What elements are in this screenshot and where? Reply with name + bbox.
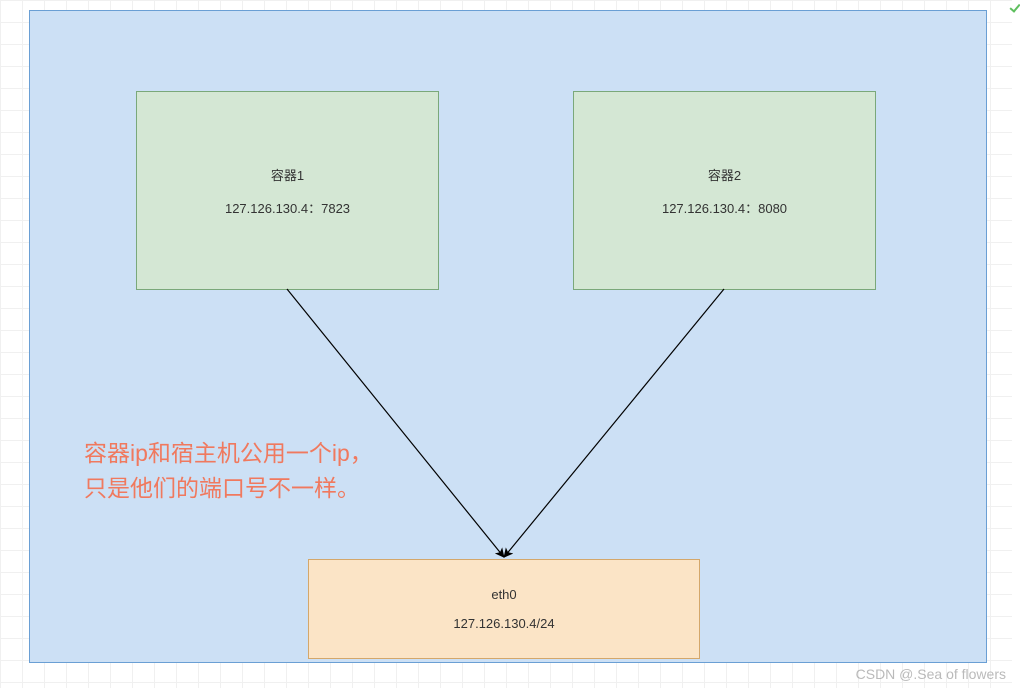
container-1-address: 127.126.130.4：7823 <box>225 198 350 217</box>
container-1-title: 容器1 <box>271 165 304 184</box>
annotation-line1: 容器ip和宿主机公用一个ip， <box>84 436 373 471</box>
eth0-name: eth0 <box>491 587 516 602</box>
host-machine-box: 容器1 127.126.130.4：7823 容器2 127.126.130.4… <box>29 10 987 663</box>
edge-strip <box>1012 0 1020 688</box>
annotation-text: 容器ip和宿主机公用一个ip， 只是他们的端口号不一样。 <box>84 436 373 505</box>
eth0-box: eth0 127.126.130.4/24 <box>308 559 700 659</box>
annotation-line2: 只是他们的端口号不一样。 <box>84 471 373 506</box>
container-2-box: 容器2 127.126.130.4：8080 <box>573 91 876 290</box>
eth0-address: 127.126.130.4/24 <box>453 616 554 631</box>
watermark-text: CSDN @.Sea of flowers <box>856 666 1006 682</box>
container-2-address: 127.126.130.4：8080 <box>662 198 787 217</box>
container-2-title: 容器2 <box>708 165 741 184</box>
container-1-box: 容器1 127.126.130.4：7823 <box>136 91 439 290</box>
